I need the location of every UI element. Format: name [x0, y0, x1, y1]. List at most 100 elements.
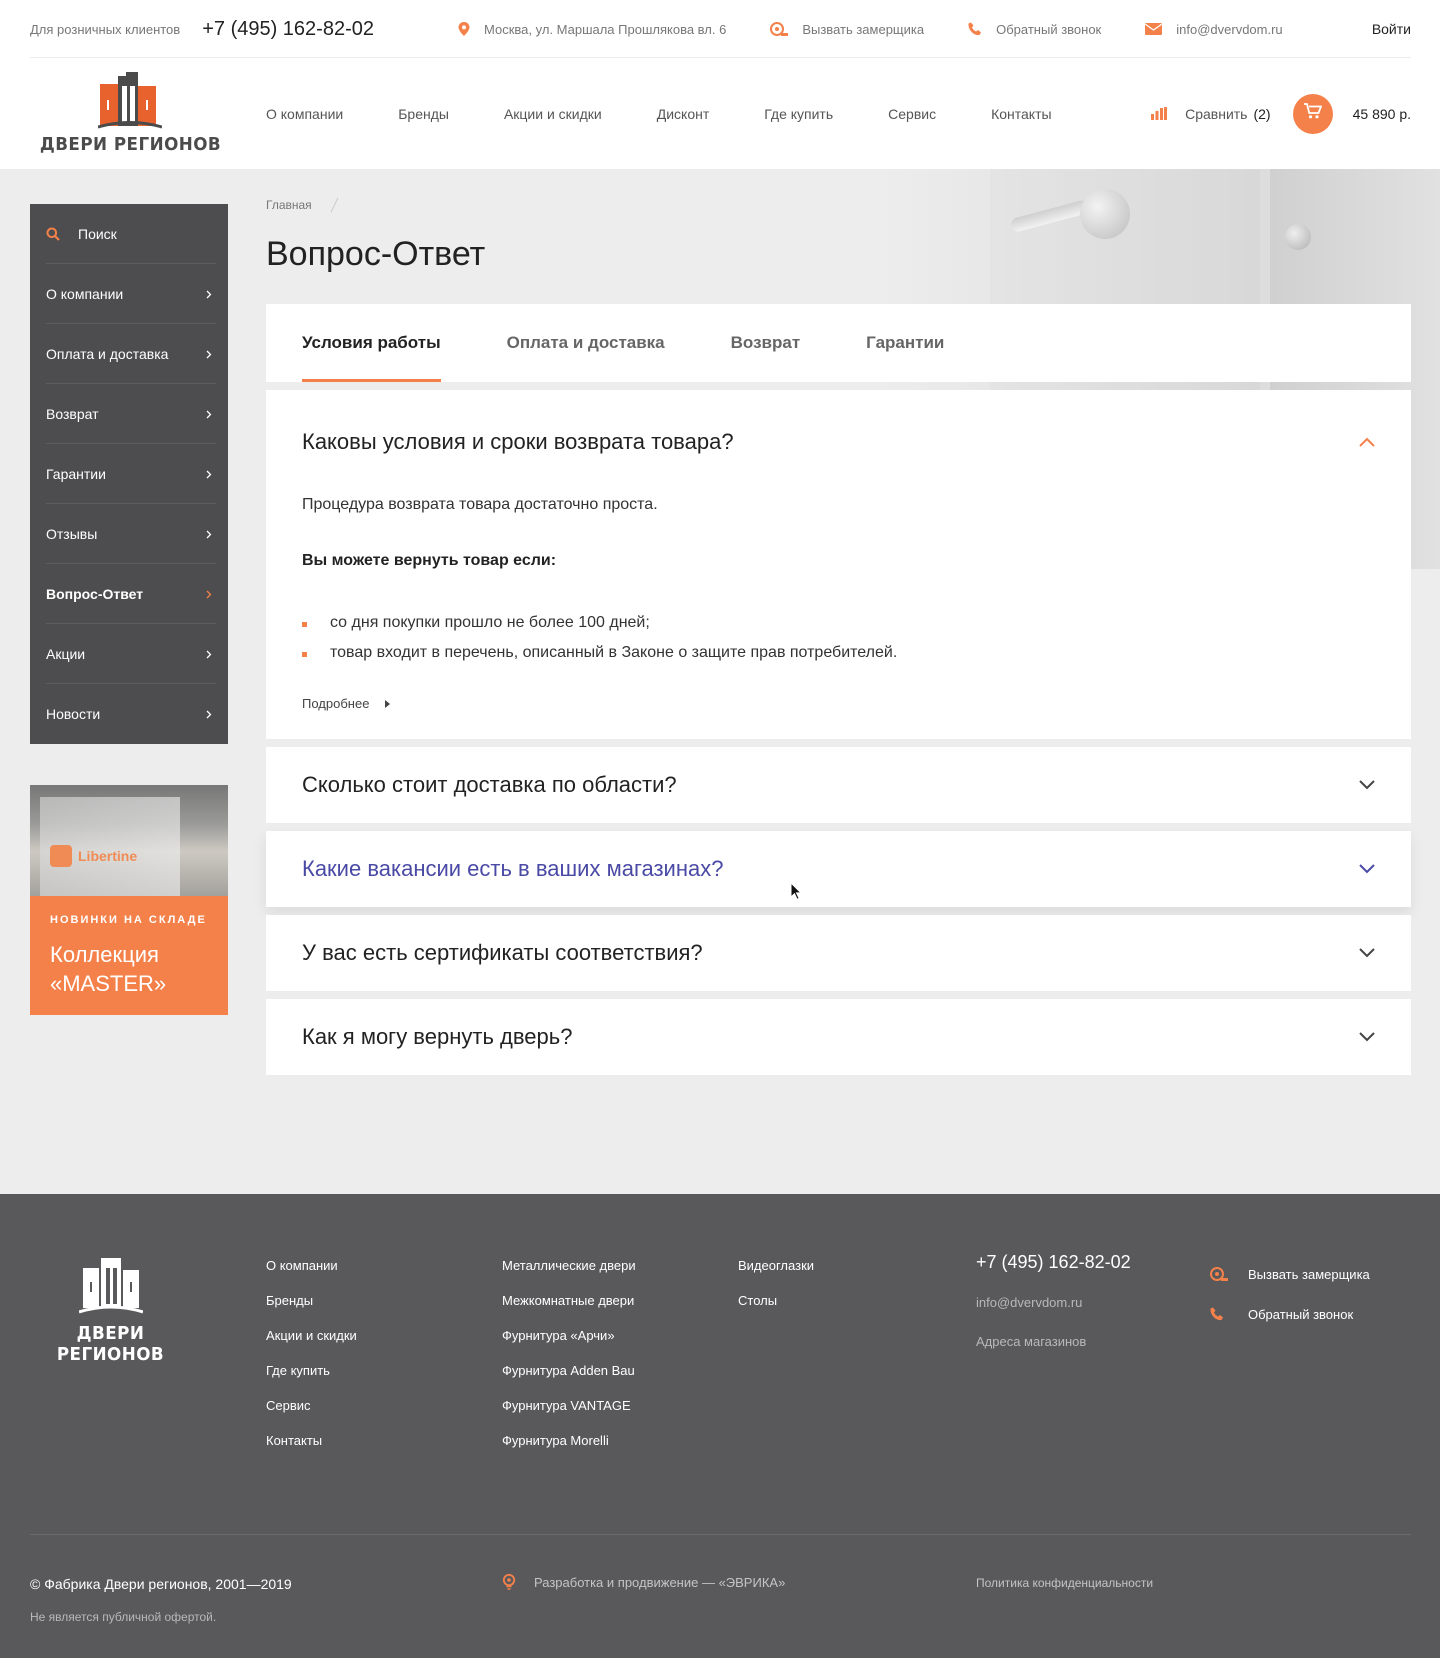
footer-developer-label: Разработка и продвижение — «ЭВРИКА» [534, 1574, 786, 1590]
faq-item[interactable]: Сколько стоит доставка по области? [266, 747, 1411, 823]
tab-return[interactable]: Возврат [731, 304, 801, 382]
list-item: товар входит в перечень, описанный в Зак… [302, 638, 1375, 668]
chevron-down-icon [1359, 864, 1375, 874]
more-link[interactable]: Подробнее [302, 696, 1375, 711]
breadcrumb-home[interactable]: Главная [266, 198, 312, 212]
nav-promotions[interactable]: Акции и скидки [504, 106, 602, 122]
chevron-right-icon [206, 350, 212, 359]
footer-link[interactable]: Акции и скидки [266, 1328, 357, 1363]
tab-warranty[interactable]: Гарантии [866, 304, 944, 382]
compare-link[interactable]: Сравнить (2) [1151, 106, 1271, 122]
footer-link[interactable]: Фурнитура Adden Bau [502, 1363, 636, 1398]
faq-tabs: Условия работы Оплата и доставка Возврат… [266, 304, 1411, 382]
faq-answer-list: со дня покупки прошло не более 100 дней;… [302, 608, 1375, 668]
footer-logo[interactable]: ДВЕРИ РЕГИОНОВ [33, 1254, 188, 1365]
site-logo[interactable]: ДВЕРИ РЕГИОНОВ [30, 72, 230, 155]
footer-contacts: +7 (495) 162-82-02 info@dvervdom.ru Адре… [976, 1252, 1131, 1349]
footer-call-measurer-link[interactable]: Вызвать замерщика [1210, 1254, 1370, 1294]
cart-button[interactable] [1292, 93, 1333, 134]
nav-where-to-buy[interactable]: Где купить [764, 106, 833, 122]
faq-item[interactable]: У вас есть сертификаты соответствия? [266, 915, 1411, 991]
chevron-right-icon [206, 290, 212, 299]
promo-title: Коллекция «MASTER» [50, 942, 167, 996]
sidebar-item-news[interactable]: Новости [30, 684, 228, 744]
faq-question[interactable]: У вас есть сертификаты соответствия? [266, 915, 1411, 991]
header: ДВЕРИ РЕГИОНОВ О компании Бренды Акции и… [0, 58, 1440, 169]
footer-link[interactable]: Сервис [266, 1398, 357, 1433]
promo-image: Libertine [30, 785, 228, 896]
sidebar-search[interactable]: Поиск [30, 204, 228, 264]
map-pin-icon [458, 22, 470, 36]
footer-col-other: Видеоглазки Столы [738, 1258, 814, 1328]
footer-link[interactable]: Видеоглазки [738, 1258, 814, 1293]
search-icon [46, 227, 60, 241]
footer-logo-text: ДВЕРИ РЕГИОНОВ [56, 1323, 165, 1365]
nav-service[interactable]: Сервис [888, 106, 936, 122]
promo-banner[interactable]: Libertine НОВИНКИ НА СКЛАДЕ Коллекция «M… [30, 785, 228, 1015]
faq-question[interactable]: Какие вакансии есть в ваших магазинах? [266, 831, 1411, 907]
tab-work-conditions[interactable]: Условия работы [302, 304, 441, 382]
compare-bars-icon [1151, 107, 1168, 120]
phone-icon [1210, 1307, 1230, 1321]
footer-privacy-policy-link[interactable]: Политика конфиденциальности [976, 1576, 1153, 1590]
nav-brands[interactable]: Бренды [398, 106, 449, 122]
footer-callback-link[interactable]: Обратный звонок [1210, 1294, 1370, 1334]
measure-tape-icon [770, 22, 789, 36]
page-title: Вопрос-Ответ [266, 235, 486, 273]
sidebar-item-return[interactable]: Возврат [30, 384, 228, 444]
phone-icon [968, 22, 982, 36]
faq-question[interactable]: Как я могу вернуть дверь? [266, 999, 1411, 1075]
nav-about[interactable]: О компании [266, 106, 343, 122]
faq-answer-intro: Процедура возврата товара достаточно про… [302, 496, 658, 513]
tab-payment-delivery[interactable]: Оплата и доставка [507, 304, 665, 382]
chevron-right-icon [206, 410, 212, 419]
cart-sum: 45 890 р. [1352, 105, 1411, 122]
top-phone-link[interactable]: +7 (495) 162-82-02 [202, 18, 374, 41]
faq-question[interactable]: Каковы условия и сроки возврата товара? [266, 390, 1411, 494]
footer-link[interactable]: Столы [738, 1293, 814, 1328]
footer-measure-label: Вызвать замерщика [1248, 1266, 1370, 1282]
footer-link[interactable]: О компании [266, 1258, 357, 1293]
footer-stores-link[interactable]: Адреса магазинов [976, 1334, 1131, 1349]
faq-question[interactable]: Сколько стоит доставка по области? [266, 747, 1411, 823]
sidebar-item-label: Оплата и доставка [46, 346, 169, 362]
footer-col-catalog: Металлические двери Межкомнатные двери Ф… [502, 1258, 636, 1468]
login-link[interactable]: Войти [1372, 21, 1411, 37]
footer-link[interactable]: Контакты [266, 1433, 357, 1468]
email-link[interactable]: info@dvervdom.ru [1145, 22, 1283, 37]
sidebar-item-reviews[interactable]: Отзывы [30, 504, 228, 564]
mail-icon [1145, 23, 1163, 35]
bulb-pin-icon [502, 1574, 516, 1590]
footer-link[interactable]: Фурнитура «Арчи» [502, 1328, 636, 1363]
sidebar-item-payment-delivery[interactable]: Оплата и доставка [30, 324, 228, 384]
footer: ДВЕРИ РЕГИОНОВ О компании Бренды Акции и… [0, 1194, 1440, 1658]
promo-brand-logo: Libertine [50, 845, 137, 867]
chevron-right-icon [206, 650, 212, 659]
footer-link[interactable]: Где купить [266, 1363, 357, 1398]
call-measurer-link[interactable]: Вызвать замерщика [770, 22, 924, 37]
sidebar-item-about[interactable]: О компании [30, 264, 228, 324]
footer-link[interactable]: Металлические двери [502, 1258, 636, 1293]
sidebar-item-faq[interactable]: Вопрос-Ответ [30, 564, 228, 624]
footer-email-link[interactable]: info@dvervdom.ru [976, 1295, 1131, 1310]
footer-link[interactable]: Межкомнатные двери [502, 1293, 636, 1328]
footer-phone-link[interactable]: +7 (495) 162-82-02 [976, 1252, 1131, 1272]
faq-answer-lead: Вы можете вернуть товар если: [302, 552, 557, 569]
nav-contacts[interactable]: Контакты [991, 106, 1051, 122]
nav-discount[interactable]: Дисконт [657, 106, 710, 122]
sidebar-item-label: Новости [46, 706, 101, 722]
footer-link[interactable]: Фурнитура VANTAGE [502, 1398, 636, 1433]
faq-item[interactable]: Как я могу вернуть дверь? [266, 999, 1411, 1075]
footer-link[interactable]: Бренды [266, 1293, 357, 1328]
faq-item[interactable]: Какие вакансии есть в ваших магазинах? [266, 831, 1411, 907]
logo-text: ДВЕРИ РЕГИОНОВ [39, 134, 221, 155]
sidebar-item-promotions[interactable]: Акции [30, 624, 228, 684]
footer-developer-link[interactable]: Разработка и продвижение — «ЭВРИКА» [502, 1574, 785, 1590]
footer-link[interactable]: Фурнитура Morelli [502, 1433, 636, 1468]
footer-copyright: © Фабрика Двери регионов, 2001—2019 [30, 1576, 292, 1592]
callback-link[interactable]: Обратный звонок [968, 22, 1101, 37]
sidebar-item-warranty[interactable]: Гарантии [30, 444, 228, 504]
sidebar-menu: Поиск О компании Оплата и доставка Возвр… [30, 204, 228, 744]
chevron-right-icon [206, 530, 212, 539]
footer-callback-label: Обратный звонок [1248, 1306, 1354, 1322]
